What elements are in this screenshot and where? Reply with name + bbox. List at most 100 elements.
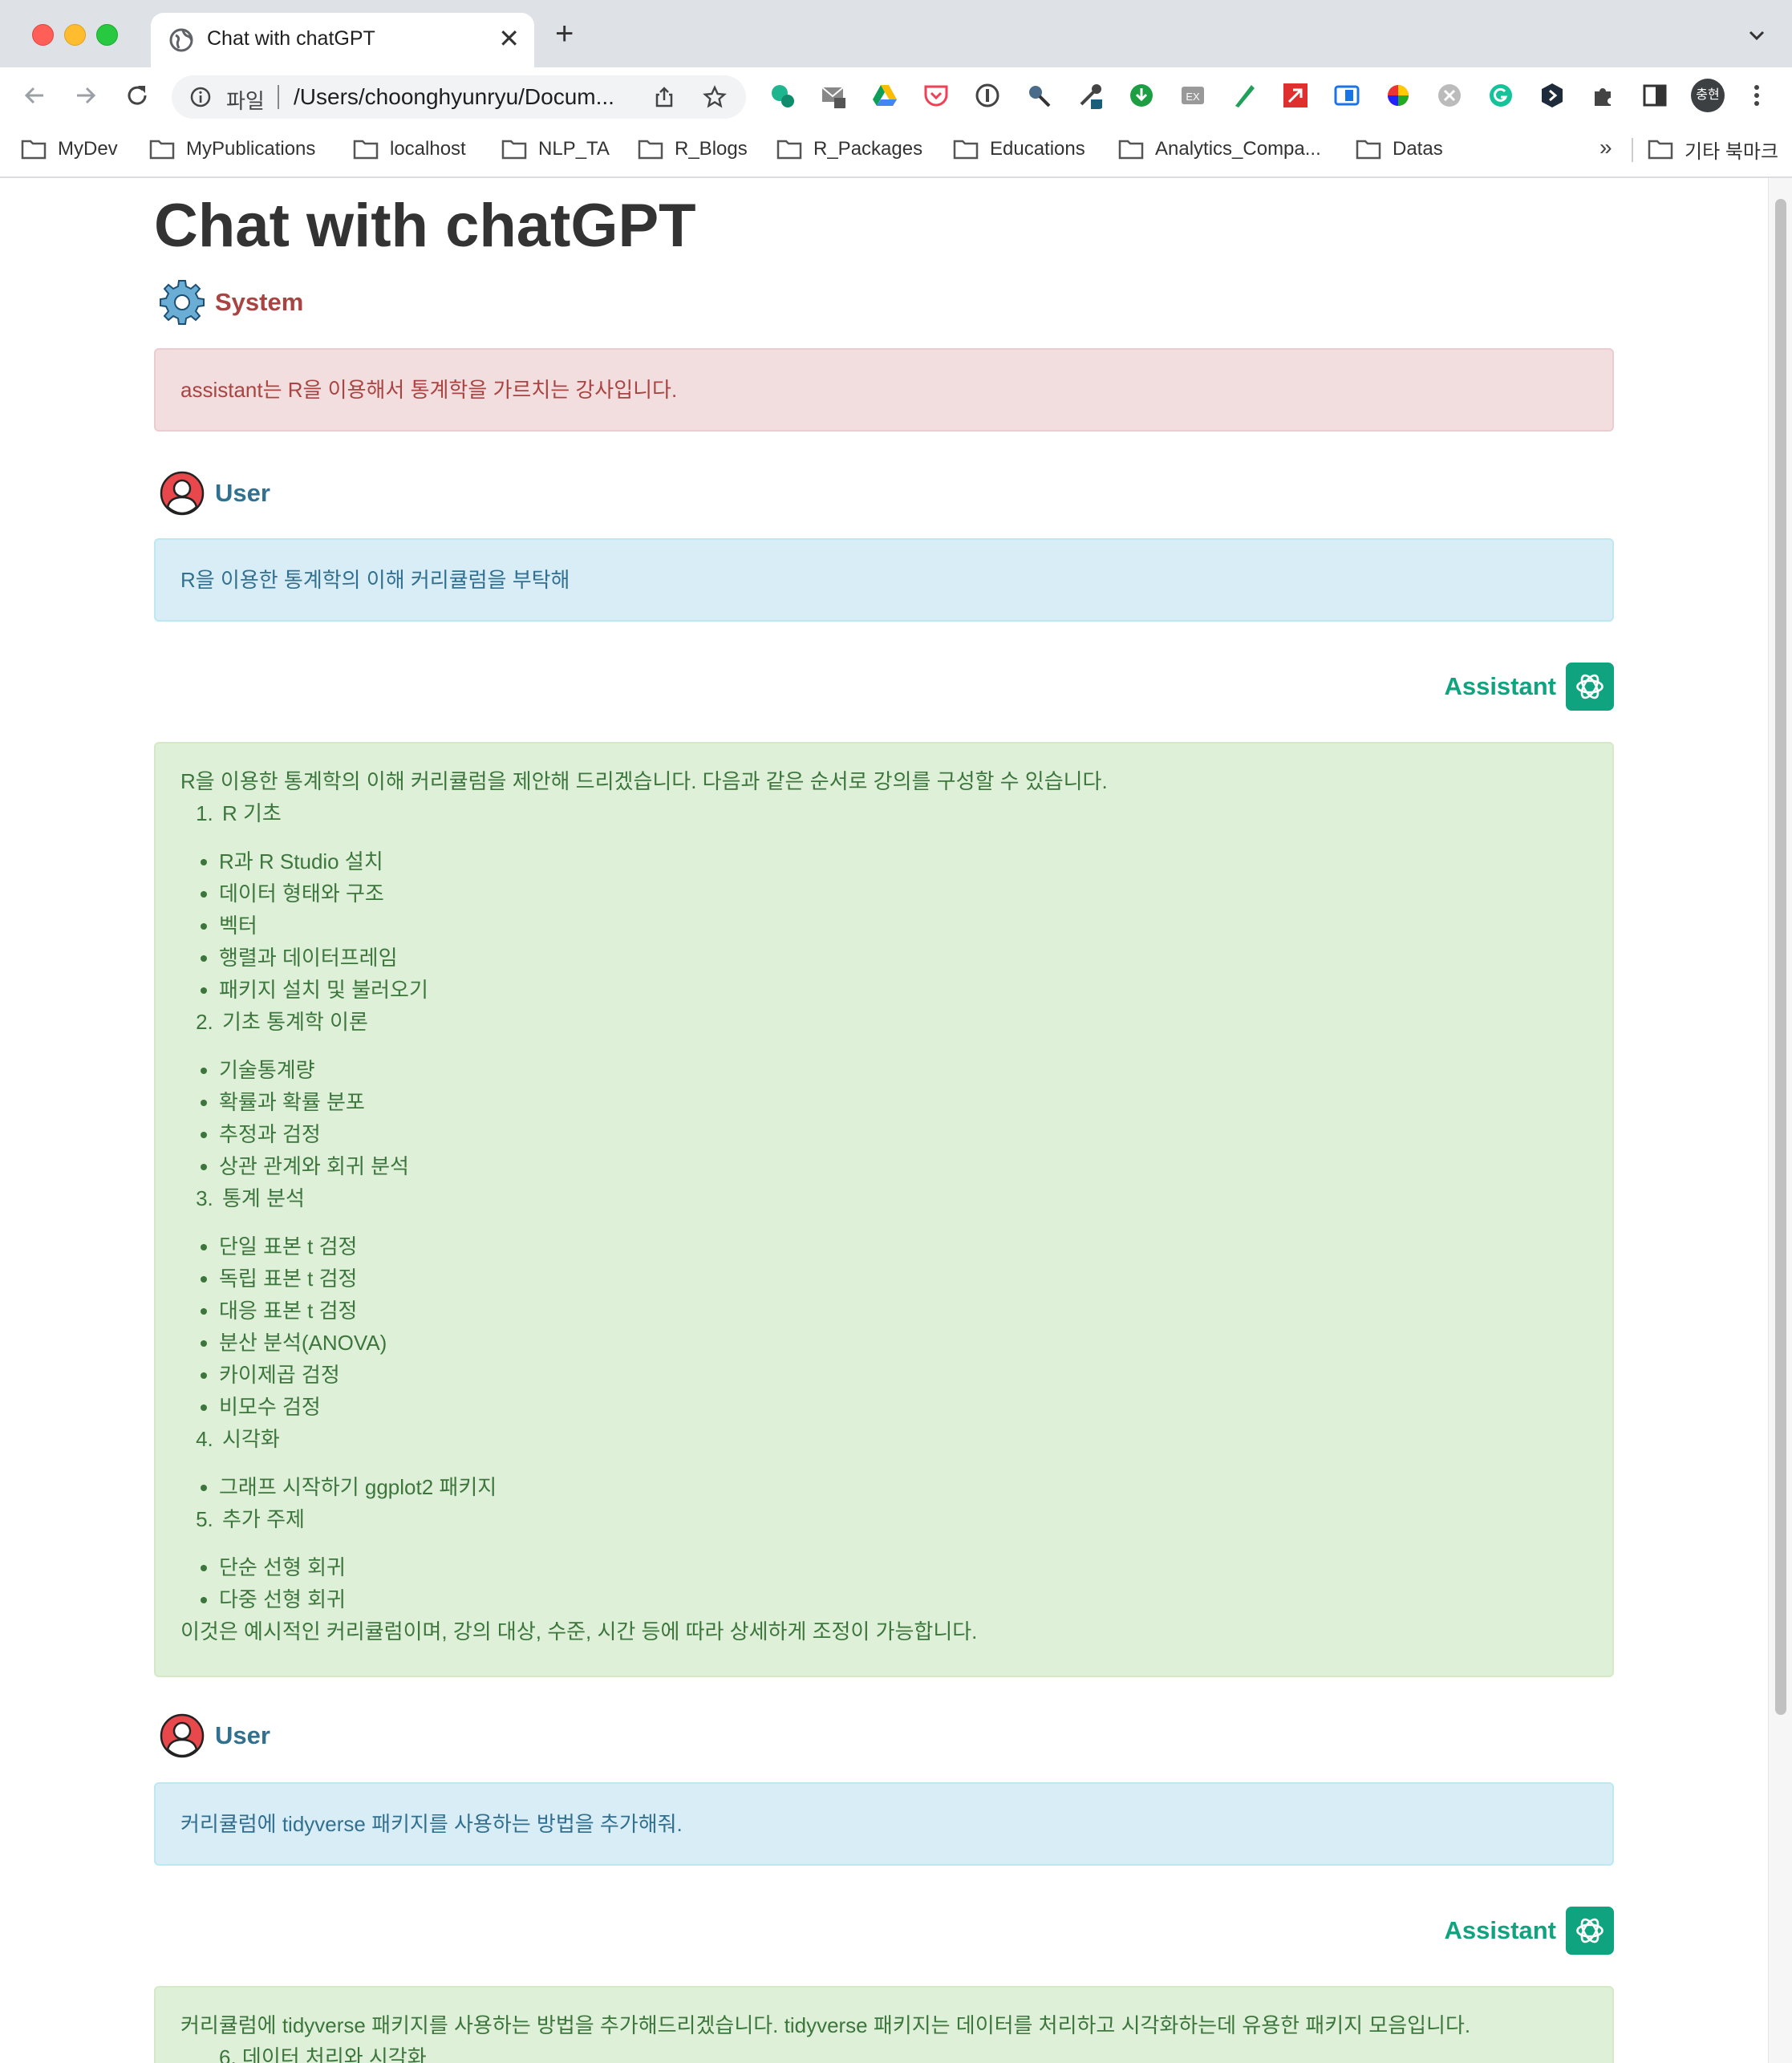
list-item: 행렬과 데이터프레임	[219, 942, 1587, 974]
extension-grammarly-icon[interactable]	[1487, 82, 1514, 109]
assistant-role-label: Assistant	[1444, 1916, 1556, 1944]
bookmark-label: Analytics_Compa...	[1155, 138, 1321, 160]
address-bar[interactable]: 파일 /Users/choonghyunryu/Docum...	[172, 75, 746, 119]
minimize-window-button[interactable]	[64, 24, 86, 46]
bookmark-folder[interactable]: R_Packages	[776, 135, 922, 164]
extension-hex-icon[interactable]	[1539, 82, 1566, 109]
folder-icon	[501, 140, 527, 160]
bookmark-folder[interactable]: Analytics_Compa...	[1118, 135, 1321, 164]
bookmark-folder[interactable]: MyDev	[21, 135, 118, 164]
extension-download-icon[interactable]	[1128, 82, 1155, 109]
list-item: 벡터	[219, 910, 1587, 942]
list-item: 확률과 확률 분포	[219, 1086, 1587, 1118]
globe-icon	[169, 28, 193, 52]
assistant-message-box: R을 이용한 통계학의 이해 커리큘럼을 제안해 드리겠습니다. 다음과 같은 …	[154, 742, 1614, 1677]
bookmark-folder[interactable]: NLP_TA	[501, 135, 610, 164]
extension-drive-icon[interactable]	[871, 82, 898, 109]
folder-icon	[953, 140, 979, 160]
gear-icon	[160, 280, 205, 325]
extension-onepassword-icon[interactable]	[974, 82, 1001, 109]
site-info-icon[interactable]	[189, 86, 212, 108]
folder-icon	[21, 140, 47, 160]
page-scrollbar[interactable]	[1768, 178, 1792, 2063]
curriculum-section: 추가 주제	[180, 1503, 1587, 1535]
list-item: 카이제곱 검정	[219, 1359, 1587, 1391]
user-role-header: User	[154, 470, 270, 517]
bookmark-label: 기타 북마크	[1685, 140, 1779, 163]
extension-mail-icon[interactable]	[820, 82, 847, 109]
page-title: Chat with chatGPT	[154, 192, 696, 260]
curriculum-section: 시각화	[180, 1423, 1587, 1455]
user-message-text: R을 이용한 통계학의 이해 커리큘럼을 부탁해	[180, 568, 570, 592]
extension-ex-icon[interactable]: EX	[1179, 82, 1206, 109]
profile-avatar[interactable]: 충현	[1691, 79, 1725, 112]
system-role-header: System	[154, 279, 303, 326]
tab-search-chevron-icon[interactable]	[1745, 24, 1768, 47]
system-message-box: assistant는 R을 이용해서 통계학을 가르치는 강사입니다.	[154, 348, 1614, 432]
bookmark-label: R_Packages	[813, 138, 923, 160]
tab-active[interactable]: Chat with chatGPT ✕	[151, 13, 534, 67]
bookmark-folder[interactable]: R_Blogs	[638, 135, 748, 164]
bookmark-label: MyPublications	[186, 138, 316, 160]
bookmark-label: localhost	[390, 138, 466, 160]
bookmarks-divider	[1632, 138, 1633, 162]
url-text[interactable]: /Users/choonghyunryu/Docum...	[294, 84, 614, 110]
section-title: 추가 주제	[219, 1503, 1587, 1535]
section-items: 그래프 시작하기 ggplot2 패키지	[180, 1471, 1587, 1503]
share-icon[interactable]	[653, 86, 675, 108]
extension-pen-icon[interactable]	[1230, 82, 1258, 109]
extension-translate-icon[interactable]	[768, 82, 796, 109]
bookmark-folder[interactable]: Educations	[953, 135, 1085, 164]
new-tab-button[interactable]: +	[555, 18, 574, 50]
user-message-box: R을 이용한 통계학의 이해 커리큘럼을 부탁해	[154, 538, 1614, 622]
scrollbar-thumb[interactable]	[1775, 199, 1786, 1715]
user-role-header: User	[154, 1712, 270, 1759]
list-item: 독립 표본 t 검정	[219, 1263, 1587, 1295]
bookmark-label: R_Blogs	[675, 138, 748, 160]
section-title: R 기초	[219, 797, 1587, 829]
folder-icon	[353, 140, 379, 160]
bookmarks-bar: MyDev MyPublications localhost NLP_TA R_…	[0, 124, 1792, 178]
bookmark-folder[interactable]: MyPublications	[149, 135, 315, 164]
extension-sidebar-blue-icon[interactable]	[1333, 82, 1360, 109]
bookmark-label: Educations	[990, 138, 1085, 160]
tab-strip: Chat with chatGPT ✕ +	[0, 0, 1792, 67]
assistant-role-label: Assistant	[1444, 672, 1556, 700]
extension-pocket-icon[interactable]	[922, 82, 950, 109]
system-role-label: System	[215, 288, 304, 316]
tab-close-icon[interactable]: ✕	[498, 24, 520, 53]
reload-icon[interactable]	[124, 82, 151, 109]
extensions-puzzle-icon[interactable]	[1590, 82, 1617, 109]
bookmark-label: Datas	[1393, 138, 1443, 160]
close-window-button[interactable]	[32, 24, 54, 46]
extension-x-grey-icon[interactable]	[1436, 82, 1463, 109]
curriculum-section: R 기초	[180, 797, 1587, 829]
assistant-role-header: Assistant	[1444, 662, 1614, 711]
bookmark-star-icon[interactable]	[703, 85, 727, 109]
list-item: 패키지 설치 및 불러오기	[219, 974, 1587, 1006]
bookmark-folder[interactable]: Datas	[1356, 135, 1443, 164]
extension-color-wheel-icon[interactable]	[1385, 82, 1412, 109]
bookmark-folder[interactable]: localhost	[353, 135, 466, 164]
extension-inspector-icon[interactable]	[1025, 82, 1052, 109]
other-bookmarks-folder[interactable]: 기타 북마크	[1648, 135, 1778, 164]
forward-arrow-icon[interactable]	[72, 82, 99, 109]
side-panel-icon[interactable]	[1641, 82, 1668, 109]
section-title: 시각화	[219, 1423, 1587, 1455]
section-items: 단일 표본 t 검정 독립 표본 t 검정 대응 표본 t 검정 분산 분석(A…	[180, 1230, 1587, 1423]
assistant-message-box: 커리큘럼에 tidyverse 패키지를 사용하는 방법을 추가해드리겠습니다.…	[154, 1986, 1614, 2063]
extension-eyedropper-icon[interactable]	[1076, 82, 1104, 109]
scheme-label: 파일	[226, 89, 265, 113]
folder-icon	[1648, 140, 1673, 160]
curriculum-section: 통계 분석	[180, 1182, 1587, 1214]
browser-menu-icon[interactable]	[1749, 82, 1765, 109]
list-item: 단일 표본 t 검정	[219, 1230, 1587, 1263]
user-role-label: User	[215, 1721, 270, 1749]
extension-arrow-red-icon[interactable]	[1282, 82, 1309, 109]
back-arrow-icon[interactable]	[21, 82, 48, 109]
list-item: R과 R Studio 설치	[219, 845, 1587, 877]
bookmarks-overflow-button[interactable]: »	[1599, 135, 1612, 160]
list-item: 분산 분석(ANOVA)	[219, 1327, 1587, 1359]
list-item: 추정과 검정	[219, 1118, 1587, 1150]
zoom-window-button[interactable]	[96, 24, 118, 46]
